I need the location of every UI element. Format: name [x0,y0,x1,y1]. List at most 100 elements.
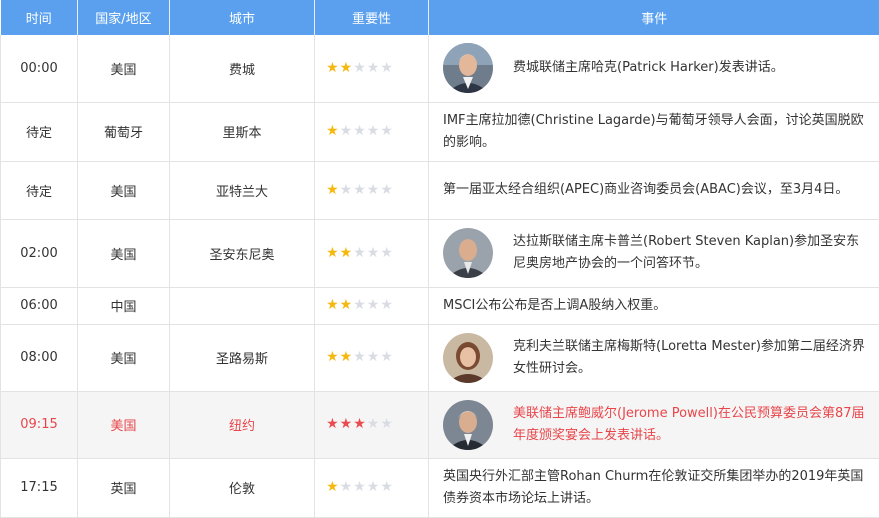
country-cell: 英国 [77,458,170,518]
event-text: 美联储主席鲍威尔(Jerome Powell)在公民预算委员会第87届年度颁奖宴… [513,405,865,443]
star-filled-icon: ★ [326,349,339,365]
star-empty-icon: ★ [366,479,380,495]
star-filled-icon: ★ [339,349,353,365]
header-time[interactable]: 时间 [0,0,78,35]
importance-stars: ★ ★ ★ ★ ★ [326,298,393,312]
importance-stars: ★ ★ ★ ★ ★ [326,61,393,75]
table-row[interactable]: 17:15 英国 伦敦 ★ ★ ★ ★ ★ 英国央行外汇部主管Rohan Churm在伦… [0,458,879,518]
city-cell: 纽约 [169,391,315,459]
importance-stars: ★ ★ ★ ★ ★ [326,124,393,138]
header-importance[interactable]: 重要性 [314,0,429,35]
country-cell: 中国 [77,287,170,325]
star-filled-icon: ★ [326,59,339,76]
star-filled-icon: ★ [339,59,353,76]
star-filled-icon: ★ [339,297,353,313]
time-cell: 08:00 [0,324,78,392]
event-text: 达拉斯联储主席卡普兰(Robert Steven Kaplan)参加圣安东尼奥房… [513,234,860,271]
table-row[interactable]: 08:00 美国 圣路易斯 ★ ★ ★ ★ ★ 克利夫兰联储主席梅斯特(Lore… [0,324,879,392]
event-cell: 费城联储主席哈克(Patrick Harker)发表讲话。 [428,35,879,103]
star-empty-icon: ★ [366,244,380,261]
city-cell: 里斯本 [169,102,315,162]
importance-stars: ★ ★ ★ ★ ★ [326,417,393,431]
importance-cell: ★ ★ ★ ★ ★ [314,219,429,288]
importance-cell: ★ ★ ★ ★ ★ [314,35,429,103]
importance-stars: ★ ★ ★ ★ ★ [326,183,393,197]
star-empty-icon: ★ [380,297,393,313]
star-filled-icon: ★ [326,123,339,139]
time-cell: 待定 [0,102,78,162]
city-cell: 伦敦 [169,458,315,518]
event-cell: 英国央行外汇部主管Rohan Churm在伦敦证交所集团举办的2019年英国债券… [428,458,879,518]
portrait-harker[interactable] [443,43,493,94]
event-cell: IMF主席拉加德(Christine Lagarde)与葡萄牙领导人会面，讨论英… [428,102,879,162]
importance-stars: ★ ★ ★ ★ ★ [326,480,393,494]
star-empty-icon: ★ [339,181,353,198]
star-empty-icon: ★ [339,479,353,495]
economic-calendar-table: 时间 国家/地区 城市 重要性 事件 00:00 美国 费城 ★★★★★ [0,0,879,518]
time-cell: 待定 [0,161,78,220]
star-empty-icon: ★ [353,123,366,139]
time-cell: 06:00 [0,287,78,325]
event-text: MSCI公布公布是否上调A股纳入权重。 [443,297,667,313]
event-cell: 达拉斯联储主席卡普兰(Robert Steven Kaplan)参加圣安东尼奥房… [428,219,879,288]
event-text: 克利夫兰联储主席梅斯特(Loretta Mester)参加第二届经济界女性研讨会… [513,338,865,376]
importance-cell: ★ ★ ★ ★ ★ [314,324,429,392]
star-empty-icon: ★ [353,181,366,198]
star-empty-icon: ★ [366,349,380,365]
importance-stars: ★ ★ ★ ★ ★ [326,246,393,260]
star-empty-icon: ★ [339,123,353,139]
table-row[interactable]: 待定 葡萄牙 里斯本 ★ ★ ★ ★ ★ IMF主席拉加德(Christine Laga… [0,102,879,162]
star-empty-icon: ★ [380,244,393,261]
event-cell: 克利夫兰联储主席梅斯特(Loretta Mester)参加第二届经济界女性研讨会… [428,324,879,392]
portrait-kaplan[interactable] [443,228,493,278]
header-event[interactable]: 事件 [428,0,879,35]
importance-cell: ★ ★ ★ ★ ★ [314,287,429,325]
event-text: IMF主席拉加德(Christine Lagarde)与葡萄牙领导人会面，讨论英… [443,112,864,150]
time-cell: 17:15 [0,458,78,518]
portrait-mester[interactable] [443,332,493,383]
importance-cell: ★ ★ ★ ★ ★ [314,458,429,518]
star-empty-icon: ★ [353,349,366,365]
star-empty-icon: ★ [380,416,393,432]
star-filled-icon: ★ [326,297,339,313]
event-cell: 第一届亚太经合组织(APEC)商业咨询委员会(ABAC)会议，至3月4日。 [428,161,879,220]
star-empty-icon: ★ [366,59,380,76]
event-text: 英国央行外汇部主管Rohan Churm在伦敦证交所集团举办的2019年英国债券… [443,468,864,506]
star-empty-icon: ★ [366,181,380,198]
star-empty-icon: ★ [353,59,366,76]
table-row[interactable]: 06:00 中国 ★ ★ ★ ★ ★ MSCI公布公布是否上调A股纳入权重。 [0,287,879,325]
star-empty-icon: ★ [353,297,366,313]
time-cell: 00:00 [0,35,78,103]
event-text: 第一届亚太经合组织(APEC)商业咨询委员会(ABAC)会议，至3月4日。 [443,182,849,197]
importance-cell: ★ ★ ★ ★ ★ [314,161,429,220]
star-empty-icon: ★ [380,59,393,76]
country-cell: 葡萄牙 [77,102,170,162]
event-cell: MSCI公布公布是否上调A股纳入权重。 [428,287,879,325]
country-cell: 美国 [77,35,170,103]
table-row[interactable]: 09:15 美国 纽约 ★ ★ ★ ★ ★ 美联储主席鲍威尔(Jerome Po… [0,391,879,459]
table-row[interactable]: 00:00 美国 费城 ★ ★ ★ ★ ★ 费城联储主席哈克(Patrick H… [0,35,879,103]
star-empty-icon: ★ [366,416,380,432]
time-cell: 09:15 [0,391,78,459]
table-row[interactable]: 待定 美国 亚特兰大 ★ ★ ★ ★ ★ 第一届亚太经合组织(APEC)商业咨询委员会(… [0,161,879,220]
table-row[interactable]: 02:00 美国 圣安东尼奥 ★ ★ ★ ★ ★ 达拉斯联储主席卡普兰(Robe… [0,219,879,288]
table-header-row: 时间 国家/地区 城市 重要性 事件 [0,0,879,35]
star-empty-icon: ★ [366,123,380,139]
star-empty-icon: ★ [380,181,393,198]
star-empty-icon: ★ [353,244,366,261]
city-cell: 亚特兰大 [169,161,315,220]
event-cell: 美联储主席鲍威尔(Jerome Powell)在公民预算委员会第87届年度颁奖宴… [428,391,879,459]
country-cell: 美国 [77,324,170,392]
city-cell: 圣路易斯 [169,324,315,392]
country-cell: 美国 [77,391,170,459]
importance-cell: ★ ★ ★ ★ ★ [314,391,429,459]
header-country[interactable]: 国家/地区 [77,0,170,35]
event-text: 费城联储主席哈克(Patrick Harker)发表讲话。 [513,60,784,76]
country-cell: 美国 [77,219,170,288]
header-city[interactable]: 城市 [169,0,315,35]
portrait-powell[interactable] [443,399,493,450]
star-empty-icon: ★ [380,479,393,495]
star-empty-icon: ★ [380,123,393,139]
importance-stars: ★ ★ ★ ★ ★ [326,350,393,364]
star-empty-icon: ★ [366,297,380,313]
